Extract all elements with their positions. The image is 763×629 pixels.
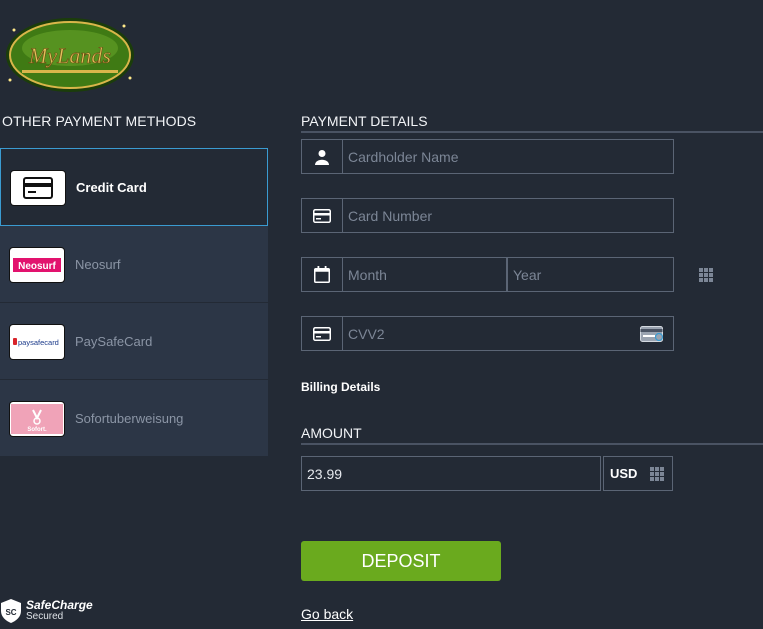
currency-select[interactable]: USD (603, 456, 673, 491)
deposit-button[interactable]: DEPOSIT (301, 541, 501, 581)
safecharge-badge: SC SafeCharge Secured (0, 598, 93, 624)
year-field (507, 257, 713, 292)
cardholder-name-field (301, 139, 674, 174)
neosurf-logo: Neosurf (10, 248, 64, 282)
method-label: Credit Card (76, 180, 147, 195)
mylands-logo: MyLands (2, 8, 138, 98)
cvv-field (301, 316, 674, 351)
payment-details-title: PAYMENT DETAILS (301, 113, 428, 129)
method-label: Neosurf (75, 257, 121, 272)
grid-icon[interactable] (699, 267, 713, 282)
grid-icon (650, 466, 664, 481)
method-credit-card[interactable]: Credit Card (0, 148, 268, 226)
go-back-link[interactable]: Go back (301, 606, 353, 622)
method-neosurf[interactable]: Neosurf Neosurf (0, 226, 268, 303)
month-field (301, 257, 548, 292)
credit-card-icon (23, 177, 53, 199)
user-icon (302, 140, 343, 173)
other-payment-methods-title: OTHER PAYMENT METHODS (2, 113, 197, 129)
payment-methods-list: Credit Card Neosurf Neosurf paysafecard … (0, 148, 268, 457)
cvv-input[interactable] (343, 317, 640, 350)
amount-divider (301, 443, 763, 445)
credit-card-icon (302, 317, 343, 350)
payment-details-divider (301, 131, 763, 133)
amount-field (301, 456, 601, 491)
currency-value: USD (610, 466, 638, 481)
cardholder-name-input[interactable] (343, 140, 673, 173)
logo-text: MyLands (28, 43, 111, 68)
sofort-logo-text: Sofort. (27, 427, 47, 433)
safecharge-secured: Secured (26, 611, 64, 622)
card-number-field (301, 198, 674, 233)
neosurf-logo-text: Neosurf (18, 261, 56, 272)
safecharge-brand: SafeCharge (26, 598, 93, 612)
method-sofortuberweisung[interactable]: Sofort. Sofortuberweisung (0, 380, 268, 457)
credit-card-logo (11, 171, 65, 205)
amount-title: AMOUNT (301, 425, 362, 441)
paysafecard-logo-text: paysafecard (18, 338, 59, 347)
billing-details-link[interactable]: Billing Details (301, 380, 380, 394)
sofort-logo: Sofort. (10, 402, 64, 436)
cvv-card-icon (640, 325, 664, 342)
calendar-icon (302, 258, 343, 291)
paysafecard-logo: paysafecard (10, 325, 64, 359)
method-label: Sofortuberweisung (75, 411, 184, 426)
credit-card-icon (302, 199, 343, 232)
shield-icon: SC (1, 599, 21, 623)
month-select[interactable] (343, 258, 534, 291)
method-paysafecard[interactable]: paysafecard PaySafeCard (0, 303, 268, 380)
card-number-input[interactable] (343, 199, 673, 232)
year-select[interactable] (508, 258, 699, 291)
shield-badge-text: SC (5, 608, 16, 617)
method-label: PaySafeCard (75, 334, 153, 349)
amount-input[interactable] (302, 457, 600, 490)
